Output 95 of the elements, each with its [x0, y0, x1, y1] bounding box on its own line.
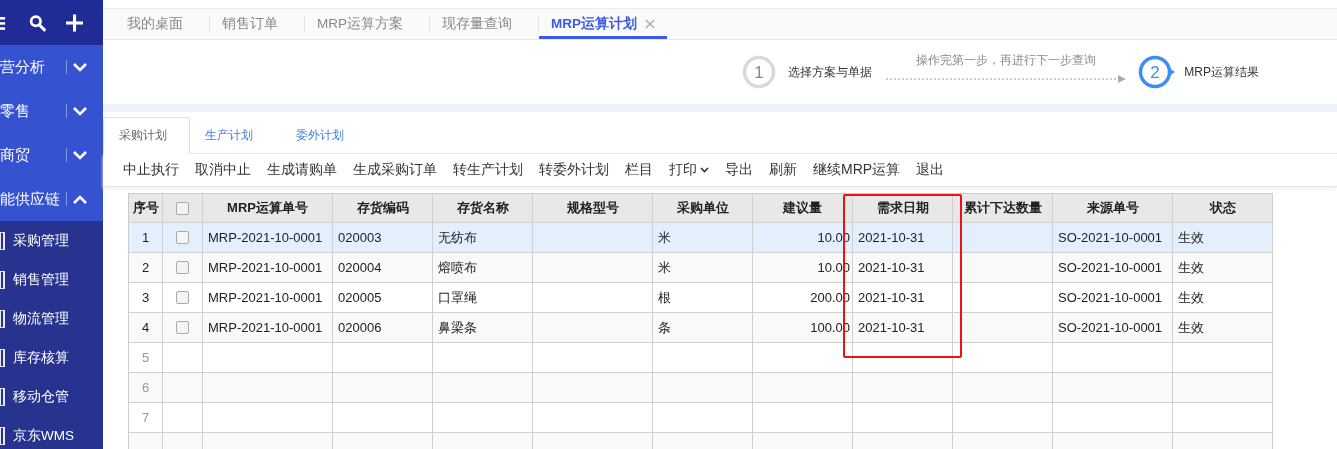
checkbox[interactable] [176, 231, 189, 244]
toolbar-button[interactable]: 生成请购单 [259, 156, 345, 184]
add-icon[interactable] [65, 12, 83, 33]
order-number-cell: MRP-2021-10-0001 [208, 230, 323, 245]
unit-cell: 根 [658, 288, 671, 307]
row-number: 2 [141, 260, 150, 275]
page-tab[interactable]: 销售订单 [210, 9, 290, 39]
source-number-cell: SO-2021-10-0001 [1058, 230, 1163, 245]
toolbar-button[interactable]: 生成采购订单 [345, 156, 445, 184]
sidebar-item[interactable]: 物流管理 [0, 299, 103, 338]
column-header: 累计下达数量 [963, 199, 1042, 217]
item-name-cell: 熔喷布 [438, 258, 477, 277]
toolbar-button[interactable]: 取消中止 [187, 156, 259, 184]
item-name-cell: 无纺布 [438, 228, 477, 247]
sidebar-item[interactable]: 销售管理 [0, 260, 103, 299]
status-cell: 生效 [1178, 258, 1204, 277]
plan-tab[interactable]: 委外计划 [281, 117, 372, 153]
order-number-cell: MRP-2021-10-0001 [208, 290, 323, 305]
column-header: 状态 [1209, 199, 1236, 217]
row-number: 3 [141, 290, 150, 305]
module-icon [0, 231, 5, 250]
toolbar-button[interactable]: 转生产计划 [445, 156, 531, 184]
toolbar-button[interactable]: 继续MRP运算 [805, 156, 909, 184]
unit-cell: 米 [658, 228, 671, 247]
status-cell: 生效 [1178, 288, 1204, 307]
module-icon [0, 426, 5, 445]
column-header: 序号 [132, 199, 159, 217]
date-cell: 2021-10-31 [858, 320, 925, 335]
source-number-cell: SO-2021-10-0001 [1058, 320, 1163, 335]
toolbar-button[interactable]: 中止执行 [115, 156, 187, 184]
sidebar-item[interactable]: 采购管理 [0, 221, 103, 260]
column-header: 来源单号 [1086, 199, 1139, 217]
module-icon [0, 309, 5, 328]
step-hint: 操作完第一步，再进行下一步查询 [916, 51, 1097, 69]
sidebar-item[interactable]: 库存核算 [0, 338, 103, 377]
sidebar-item[interactable]: 京东WMS [0, 416, 103, 449]
date-cell: 2021-10-31 [858, 260, 925, 275]
page-tab[interactable]: MRP运算方案 [305, 9, 415, 39]
row-number: 7 [141, 410, 150, 425]
column-header: 采购单位 [676, 199, 729, 217]
order-number-cell: MRP-2021-10-0001 [208, 260, 323, 275]
status-cell: 生效 [1178, 228, 1204, 247]
date-cell: 2021-10-31 [858, 230, 925, 245]
toolbar-button[interactable]: 退出 [908, 156, 953, 184]
step-label: 选择方案与单据 [788, 63, 873, 81]
menu-icon[interactable] [0, 14, 7, 31]
toolbar-button[interactable]: 导出 [717, 156, 761, 184]
status-cell: 生效 [1178, 318, 1204, 337]
page-tab[interactable]: 我的桌面 [115, 9, 195, 39]
source-number-cell: SO-2021-10-0001 [1058, 260, 1163, 275]
toolbar-button[interactable]: 刷新 [761, 156, 805, 184]
unit-cell: 条 [658, 318, 671, 337]
search-icon[interactable] [28, 12, 46, 33]
module-icon [0, 348, 5, 367]
source-number-cell: SO-2021-10-0001 [1058, 290, 1163, 305]
checkbox[interactable] [176, 261, 189, 274]
row-number: 4 [141, 320, 150, 335]
sidebar-group[interactable]: 营分析 [0, 45, 103, 89]
column-header: 需求日期 [876, 199, 929, 217]
sidebar-item[interactable]: 移动仓管 [0, 377, 103, 416]
column-header: 存货名称 [456, 199, 509, 217]
column-header: 规格型号 [566, 199, 619, 217]
item-name-cell: 鼻梁条 [438, 318, 477, 337]
checkbox[interactable] [176, 201, 189, 215]
row-number: 1 [141, 230, 150, 245]
plan-tab[interactable]: 采购计划 [103, 117, 190, 154]
item-code-cell: 020005 [338, 290, 382, 305]
checkbox[interactable] [176, 291, 189, 304]
item-name-cell: 口罩绳 [438, 288, 477, 307]
caret-icon [700, 167, 709, 173]
page-tab[interactable]: MRP运算计划 [539, 9, 667, 39]
sidebar-group[interactable]: 零售 [0, 89, 103, 133]
row-number: 5 [141, 350, 150, 365]
sidebar-group[interactable]: 商贸 [0, 133, 103, 177]
date-cell: 2021-10-31 [858, 290, 925, 305]
item-code-cell: 020003 [338, 230, 382, 245]
order-number-cell: MRP-2021-10-0001 [208, 320, 323, 335]
toolbar-button[interactable]: 打印 [661, 156, 717, 184]
toolbar-button[interactable]: 转委外计划 [531, 156, 617, 184]
item-code-cell: 020004 [338, 260, 382, 275]
module-icon [0, 270, 5, 289]
sidebar-group[interactable]: 能供应链 [0, 177, 103, 221]
checkbox[interactable] [176, 321, 189, 334]
unit-cell: 米 [658, 258, 671, 277]
plan-tab[interactable]: 生产计划 [190, 117, 281, 153]
column-header: 存货编码 [356, 199, 409, 217]
row-number: 6 [141, 380, 150, 395]
column-header: 建议量 [783, 199, 822, 217]
close-icon[interactable] [645, 19, 655, 29]
page-tab[interactable]: 现存量查询 [430, 9, 524, 39]
step-label: MRP运算结果 [1184, 63, 1259, 81]
toolbar-button[interactable]: 栏目 [617, 156, 661, 184]
column-header: MRP运算单号 [227, 199, 308, 217]
module-icon [0, 387, 5, 406]
item-code-cell: 020006 [338, 320, 382, 335]
